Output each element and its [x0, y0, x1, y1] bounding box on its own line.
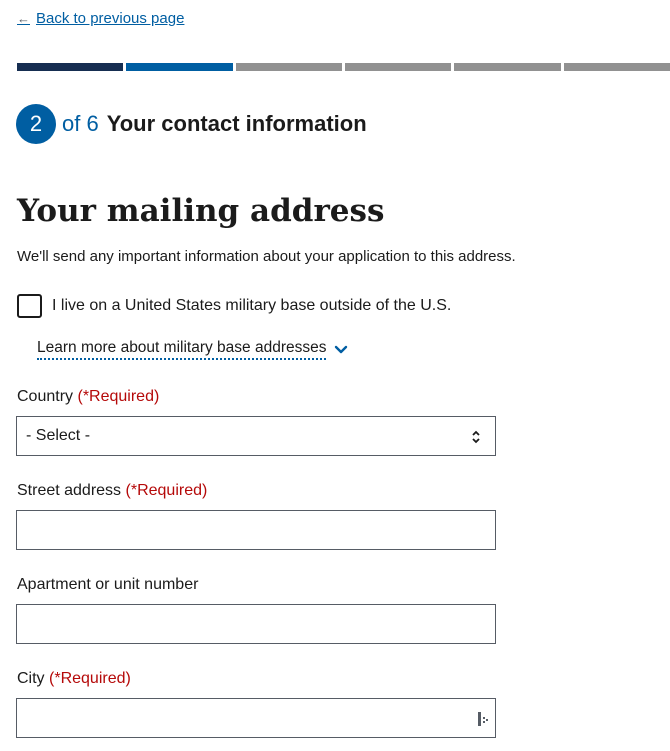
- step-count: of 6: [62, 111, 99, 136]
- select-arrows-icon: [472, 430, 480, 444]
- progress-segment: [126, 63, 233, 71]
- progress-segment: [235, 63, 342, 71]
- intro-text: We'll send any important information abo…: [17, 248, 516, 265]
- progress-segment: [454, 63, 561, 71]
- military-base-checkbox[interactable]: [17, 294, 42, 318]
- page-title: Your mailing address: [17, 193, 385, 229]
- learn-more-label[interactable]: Learn more about military base addresses: [37, 339, 327, 360]
- back-arrow-icon: ←: [17, 11, 30, 26]
- back-link[interactable]: ← Back to previous page: [17, 10, 184, 27]
- apartment-label: Apartment or unit number: [17, 576, 198, 594]
- street-address-label-text: Street address: [17, 482, 122, 499]
- step-progress-bar: [17, 63, 670, 71]
- learn-more-military-toggle[interactable]: Learn more about military base addresses: [37, 339, 348, 360]
- required-indicator: (*Required): [125, 482, 208, 499]
- street-address-label: Street address (*Required): [17, 482, 207, 500]
- country-label: Country (*Required): [17, 388, 159, 406]
- city-label: City (*Required): [17, 670, 131, 688]
- progress-segment: [17, 63, 124, 71]
- city-label-text: City: [17, 670, 45, 687]
- required-indicator: (*Required): [77, 388, 160, 405]
- step-number-badge: 2: [16, 104, 56, 144]
- military-base-checkbox-label[interactable]: I live on a United States military base …: [52, 297, 451, 315]
- back-link-label: Back to previous page: [36, 10, 185, 27]
- autofill-icon[interactable]: [477, 711, 489, 727]
- country-label-text: Country: [17, 388, 74, 405]
- chevron-down-icon: [335, 345, 348, 353]
- required-indicator: (*Required): [49, 670, 131, 687]
- apartment-input[interactable]: [16, 604, 496, 644]
- country-select-value: - Select -: [26, 427, 91, 444]
- progress-segment: [563, 63, 670, 71]
- country-select[interactable]: - Select -: [16, 416, 496, 456]
- military-base-checkbox-row[interactable]: I live on a United States military base …: [17, 294, 451, 318]
- progress-segment: [344, 63, 452, 71]
- apartment-label-text: Apartment or unit number: [17, 576, 199, 593]
- step-title: Your contact information: [106, 111, 367, 136]
- street-address-input[interactable]: [16, 510, 496, 550]
- step-header: 2 of 6 Your contact information: [16, 104, 367, 144]
- city-input[interactable]: [16, 698, 496, 738]
